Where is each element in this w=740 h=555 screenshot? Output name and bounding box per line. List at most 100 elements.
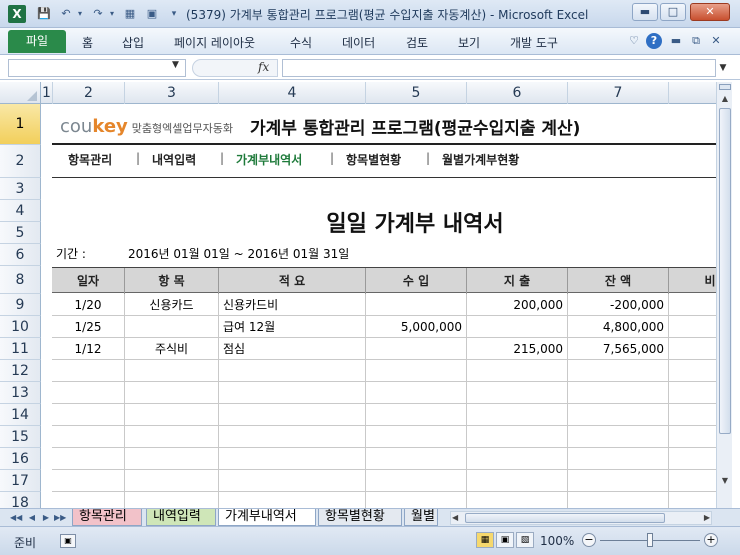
row-header[interactable]: 16 [0, 448, 41, 470]
zoom-slider-thumb[interactable] [647, 533, 653, 547]
empty-cell[interactable] [219, 426, 366, 448]
zoom-out-button[interactable]: − [582, 533, 596, 547]
empty-cell[interactable] [467, 470, 568, 492]
empty-cell[interactable] [219, 492, 366, 508]
empty-cell[interactable] [669, 404, 716, 426]
excel-app-icon[interactable]: X [8, 5, 26, 23]
cell-note[interactable] [669, 316, 716, 338]
row-header[interactable]: 3 [0, 178, 41, 200]
column-header[interactable]: 7 [568, 82, 669, 104]
empty-cell[interactable] [366, 382, 467, 404]
row-header[interactable]: 6 [0, 244, 41, 266]
empty-cell[interactable] [568, 470, 669, 492]
empty-cell[interactable] [125, 360, 219, 382]
formula-expand-icon[interactable]: ▼ [716, 59, 730, 77]
sheet-tab[interactable]: 항목관리 [72, 509, 142, 526]
tab-page-layout[interactable]: 페이지 레이아웃 [174, 34, 255, 51]
vertical-scrollbar[interactable]: ▲ ▼ [716, 82, 732, 508]
table-row[interactable] [52, 382, 716, 404]
empty-cell[interactable] [219, 448, 366, 470]
help-icon[interactable]: ? [646, 33, 662, 49]
minimize-button[interactable]: ▬ [632, 3, 658, 21]
nav-item-monthly-status[interactable]: 월별가계부현황 [442, 151, 519, 168]
sheet-tab[interactable]: 가계부내역서 [218, 509, 316, 526]
row-header[interactable]: 1 [0, 104, 41, 145]
empty-cell[interactable] [125, 426, 219, 448]
table-row[interactable] [52, 404, 716, 426]
zoom-in-button[interactable]: + [704, 533, 718, 547]
empty-cell[interactable] [669, 360, 716, 382]
empty-cell[interactable] [568, 492, 669, 508]
cell-income[interactable] [366, 338, 467, 360]
tab-file[interactable]: 파일 [8, 30, 66, 53]
column-category-header[interactable]: 항 목 [125, 268, 219, 294]
cell-expense[interactable] [467, 316, 568, 338]
maximize-button[interactable]: □ [660, 3, 686, 21]
undo-dropdown-icon[interactable]: ▾ [72, 6, 88, 22]
page-break-view-button[interactable]: ▧ [516, 532, 534, 548]
row-header[interactable]: 11 [0, 338, 41, 360]
vertical-scroll-thumb[interactable] [719, 108, 731, 434]
save-icon[interactable]: 💾 [36, 6, 52, 22]
cell-category[interactable] [125, 316, 219, 338]
empty-cell[interactable] [219, 404, 366, 426]
nav-item-ledger-report[interactable]: 가계부내역서 [236, 151, 302, 168]
cell-expense[interactable]: 200,000 [467, 294, 568, 316]
scroll-right-icon[interactable]: ▶ [704, 512, 710, 524]
camera-icon[interactable]: ▣ [144, 6, 160, 22]
sheet-tab[interactable]: 월별 [404, 509, 438, 526]
table-row[interactable] [52, 470, 716, 492]
cell-date[interactable]: 1/25 [52, 316, 125, 338]
page-layout-view-button[interactable]: ▣ [496, 532, 514, 548]
table-row[interactable] [52, 492, 716, 508]
cell-date[interactable]: 1/20 [52, 294, 125, 316]
cell-category[interactable]: 주식비 [125, 338, 219, 360]
empty-cell[interactable] [219, 382, 366, 404]
empty-cell[interactable] [467, 448, 568, 470]
tab-formulas[interactable]: 수식 [290, 34, 312, 51]
worksheet-grid[interactable]: 1 2 3 4 5 6 7 1 2 3 4 5 6 8 9 10 11 12 1… [0, 82, 716, 508]
column-header[interactable]: 5 [366, 82, 467, 104]
column-date-header[interactable]: 일자 [52, 268, 125, 294]
column-header[interactable]: 3 [125, 82, 219, 104]
row-header[interactable]: 18 [0, 492, 41, 508]
customize-toolbar-icon[interactable]: ▾ [166, 6, 182, 22]
sheet-tab[interactable]: 내역입력 [146, 509, 216, 526]
tab-home[interactable]: 홈 [82, 34, 93, 51]
last-sheet-icon[interactable]: ▶▶ [54, 511, 66, 525]
cell-note[interactable] [669, 338, 716, 360]
cell-memo[interactable]: 급여 12월 [219, 316, 366, 338]
scroll-up-icon[interactable]: ▲ [718, 92, 732, 106]
row-header[interactable]: 8 [0, 266, 41, 294]
column-note-header[interactable]: 비 [669, 268, 716, 294]
cell-category[interactable]: 신용카드 [125, 294, 219, 316]
row-header[interactable]: 12 [0, 360, 41, 382]
empty-cell[interactable] [467, 382, 568, 404]
nav-item-category-manage[interactable]: 항목관리 [68, 151, 112, 168]
row-header[interactable]: 17 [0, 470, 41, 492]
empty-cell[interactable] [125, 492, 219, 508]
split-box-handle[interactable] [719, 84, 731, 90]
column-header[interactable]: 6 [467, 82, 568, 104]
column-memo-header[interactable]: 적 요 [219, 268, 366, 294]
prev-sheet-icon[interactable]: ◀ [26, 511, 38, 525]
tab-view[interactable]: 보기 [458, 34, 480, 51]
empty-cell[interactable] [568, 382, 669, 404]
empty-cell[interactable] [52, 404, 125, 426]
row-header[interactable]: 13 [0, 382, 41, 404]
empty-cell[interactable] [467, 492, 568, 508]
empty-cell[interactable] [125, 382, 219, 404]
empty-cell[interactable] [366, 404, 467, 426]
empty-cell[interactable] [219, 470, 366, 492]
column-header[interactable]: 4 [219, 82, 366, 104]
cell-balance[interactable]: 7,565,000 [568, 338, 669, 360]
empty-cell[interactable] [52, 492, 125, 508]
workbook-close-icon[interactable]: ✕ [708, 33, 724, 49]
cell-balance[interactable]: -200,000 [568, 294, 669, 316]
form-icon[interactable]: ▦ [122, 6, 138, 22]
empty-cell[interactable] [366, 492, 467, 508]
redo-dropdown-icon[interactable]: ▾ [104, 6, 120, 22]
row-header[interactable]: 14 [0, 404, 41, 426]
empty-cell[interactable] [52, 360, 125, 382]
column-balance-header[interactable]: 잔 액 [568, 268, 669, 294]
